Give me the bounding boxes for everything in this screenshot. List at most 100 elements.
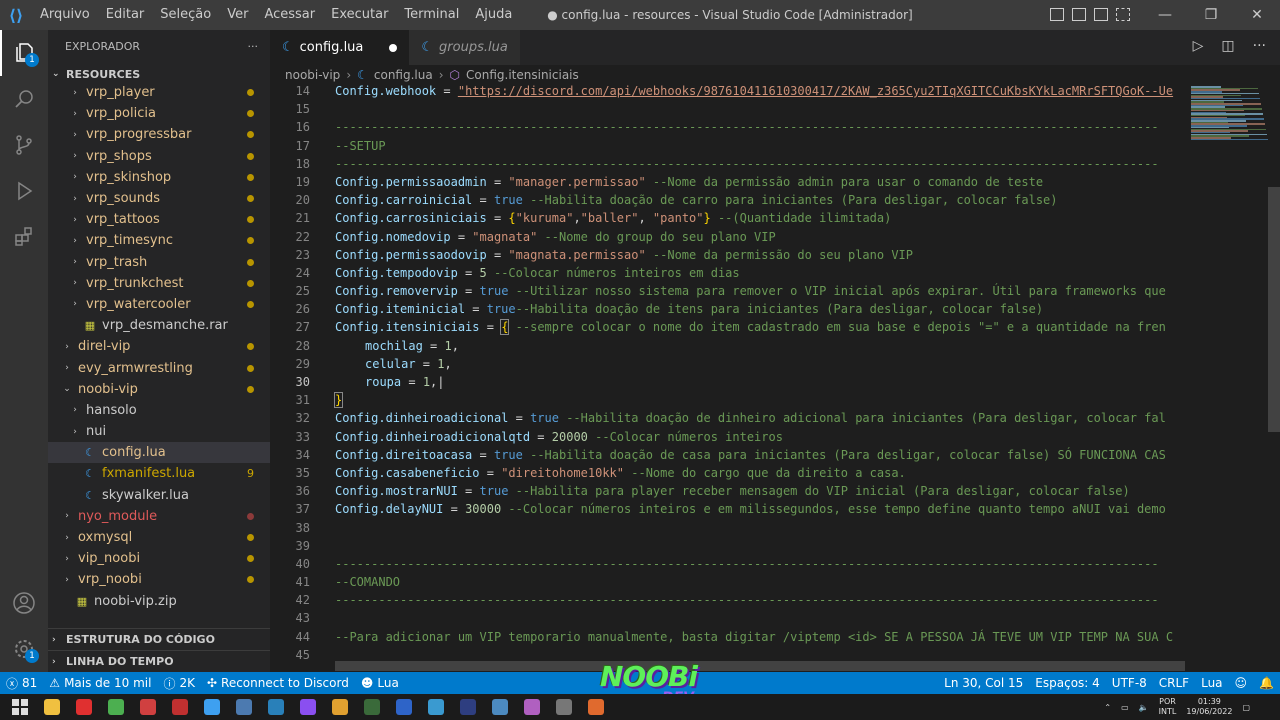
taskbar-app-icon[interactable] xyxy=(132,694,164,720)
indentation[interactable]: Espaços: 4 xyxy=(1029,676,1106,690)
tree-item[interactable]: › vrp_watercooler xyxy=(48,294,270,315)
code-line[interactable]: 32 Config.dinheiroadicional = true --Habi… xyxy=(270,409,1185,427)
taskbar-app-icon[interactable] xyxy=(516,694,548,720)
source-control-icon[interactable] xyxy=(0,122,48,168)
tree-item[interactable]: ☾ skywalker.lua xyxy=(48,485,270,506)
taskbar-app-icon[interactable] xyxy=(36,694,68,720)
code-line[interactable]: 25 Config.removervip = true --Utilizar no… xyxy=(270,282,1185,300)
breadcrumb-symbol[interactable]: Config.itensiniciais xyxy=(466,68,579,82)
search-icon[interactable] xyxy=(0,76,48,122)
close-icon[interactable]: ✕ xyxy=(1234,0,1280,30)
toggle-secondary-sidebar-icon[interactable] xyxy=(1094,8,1108,21)
notifications-icon[interactable]: 🔔 xyxy=(1253,676,1280,690)
code-line[interactable]: 15 xyxy=(270,100,1185,118)
taskbar-app-icon[interactable] xyxy=(420,694,452,720)
taskbar-app-icon[interactable] xyxy=(580,694,612,720)
tree-item[interactable]: › evy_armwrestling xyxy=(48,357,270,378)
code-line[interactable]: 28 mochilag = 1, xyxy=(270,337,1185,355)
breadcrumb-file[interactable]: config.lua xyxy=(374,68,433,82)
tree-item[interactable]: › vrp_policia xyxy=(48,103,270,124)
tree-item[interactable]: › oxmysql xyxy=(48,527,270,548)
problems-status[interactable]: ⓧ 81 xyxy=(0,675,43,692)
code-line[interactable]: 17 --SETUP xyxy=(270,137,1185,155)
menu-terminal[interactable]: Terminal xyxy=(396,0,467,30)
code-line[interactable]: 45 xyxy=(270,646,1185,660)
tree-item[interactable]: ▦ noobi-vip.zip xyxy=(48,591,270,612)
code-line[interactable]: 43 xyxy=(270,609,1185,627)
tree-item[interactable]: › vrp_timesync xyxy=(48,230,270,251)
minimap[interactable] xyxy=(1185,82,1280,672)
code-line[interactable]: 18 --------------------------------------… xyxy=(270,155,1185,173)
taskbar-app-icon[interactable] xyxy=(292,694,324,720)
code-line[interactable]: 19 Config.permissaoadmin = "manager.permi… xyxy=(270,173,1185,191)
more-actions-icon[interactable]: ··· xyxy=(248,40,259,53)
menu-arquivo[interactable]: Arquivo xyxy=(32,0,98,30)
code-line[interactable]: 36 Config.mostrarNUI = true --Habilita pa… xyxy=(270,482,1185,500)
tree-item[interactable]: › vrp_shops xyxy=(48,146,270,167)
volume-icon[interactable]: 🔈 xyxy=(1139,703,1149,712)
code-line[interactable]: 33 Config.dinheiroadicionalqtd = 20000 --… xyxy=(270,428,1185,446)
lua-status[interactable]: ☻ Lua xyxy=(355,676,405,690)
tree-item[interactable]: › vrp_trunkchest xyxy=(48,273,270,294)
timeline-section[interactable]: › LINHA DO TEMPO xyxy=(48,650,270,672)
menu-executar[interactable]: Executar xyxy=(323,0,396,30)
discord-status[interactable]: ✣ Reconnect to Discord xyxy=(201,676,355,690)
toggle-sidebar-icon[interactable] xyxy=(1050,8,1064,21)
tree-item[interactable]: › vrp_trash xyxy=(48,252,270,273)
breadcrumb-folder[interactable]: noobi-vip xyxy=(285,68,340,82)
more-actions-icon[interactable]: ··· xyxy=(1253,38,1266,54)
split-editor-icon[interactable]: ◫ xyxy=(1221,38,1234,54)
vertical-scrollbar-thumb[interactable] xyxy=(1268,187,1280,432)
start-button[interactable] xyxy=(4,694,36,720)
outline-section[interactable]: › ESTRUTURA DO CÓDIGO xyxy=(48,628,270,650)
minimize-icon[interactable]: — xyxy=(1142,0,1188,30)
tree-item[interactable]: ☾ fxmanifest.lua 9 xyxy=(48,463,270,484)
tree-item[interactable]: › nyo_module xyxy=(48,506,270,527)
tree-item[interactable]: › vrp_tattoos xyxy=(48,209,270,230)
feedback-icon[interactable]: ☺ xyxy=(1229,676,1254,690)
extensions-icon[interactable] xyxy=(0,214,48,260)
notification-center-icon[interactable]: ▢ xyxy=(1242,703,1250,712)
code-line[interactable]: 24 Config.tempodovip = 5 --Colocar número… xyxy=(270,264,1185,282)
tab-config-lua[interactable]: ☾ config.lua xyxy=(270,30,410,65)
tree-item[interactable]: › vrp_skinshop xyxy=(48,167,270,188)
clock[interactable]: 01:39 19/06/2022 xyxy=(1186,697,1232,717)
code-line[interactable]: 14 Config.webhook = "https://discord.com/… xyxy=(270,82,1185,100)
code-line[interactable]: 40 --------------------------------------… xyxy=(270,555,1185,573)
code-line[interactable]: 23 Config.permissaodovip = "magnata.permi… xyxy=(270,246,1185,264)
toggle-panel-icon[interactable] xyxy=(1072,8,1086,21)
code-line[interactable]: 22 Config.nomedovip = "magnata" --Nome do… xyxy=(270,228,1185,246)
restore-icon[interactable]: ❐ xyxy=(1188,0,1234,30)
code-line[interactable]: 41 --COMANDO xyxy=(270,573,1185,591)
menu-acessar[interactable]: Acessar xyxy=(256,0,323,30)
code-line[interactable]: 29 celular = 1, xyxy=(270,355,1185,373)
code-line[interactable]: 16 --------------------------------------… xyxy=(270,118,1185,136)
code-editor[interactable]: 14 Config.webhook = "https://discord.com/… xyxy=(270,82,1185,660)
taskbar-app-icon[interactable] xyxy=(228,694,260,720)
menu-selecao[interactable]: Seleção xyxy=(152,0,219,30)
taskbar-app-icon[interactable] xyxy=(324,694,356,720)
taskbar-app-icon[interactable] xyxy=(388,694,420,720)
tree-item[interactable]: ☾ config.lua xyxy=(48,442,270,464)
tab-groups-lua[interactable]: ☾ groups.lua xyxy=(409,30,520,65)
tree-item[interactable]: › vrp_sounds xyxy=(48,188,270,209)
code-line[interactable]: 27 Config.itensiniciais = { --sempre colo… xyxy=(270,318,1185,336)
tree-item[interactable]: › hansolo xyxy=(48,400,270,421)
code-line[interactable]: 21 Config.carrosiniciais = {"kuruma","bal… xyxy=(270,209,1185,227)
language-indicator[interactable]: POR INTL xyxy=(1159,697,1177,717)
code-line[interactable]: 30 roupa = 1,| xyxy=(270,373,1185,391)
end-of-line[interactable]: CRLF xyxy=(1153,676,1195,690)
code-line[interactable]: 34 Config.direitoacasa = true --Habilita … xyxy=(270,446,1185,464)
code-line[interactable]: 44 --Para adicionar um VIP temporario man… xyxy=(270,628,1185,646)
run-debug-icon[interactable] xyxy=(0,168,48,214)
tree-item[interactable]: ▦ vrp_desmanche.rar xyxy=(48,315,270,336)
cursor-position[interactable]: Ln 30, Col 15 xyxy=(938,676,1029,690)
taskbar-app-icon[interactable] xyxy=(548,694,580,720)
run-file-icon[interactable]: ▷ xyxy=(1193,38,1204,54)
tree-item[interactable]: › nui xyxy=(48,421,270,442)
tree-item[interactable]: › direl-vip xyxy=(48,336,270,357)
taskbar-app-icon[interactable] xyxy=(164,694,196,720)
tree-item[interactable]: › vrp_progressbar xyxy=(48,124,270,145)
tree-item[interactable]: › vip_noobi xyxy=(48,548,270,569)
tree-item[interactable]: ⌄ noobi-vip xyxy=(48,379,270,400)
